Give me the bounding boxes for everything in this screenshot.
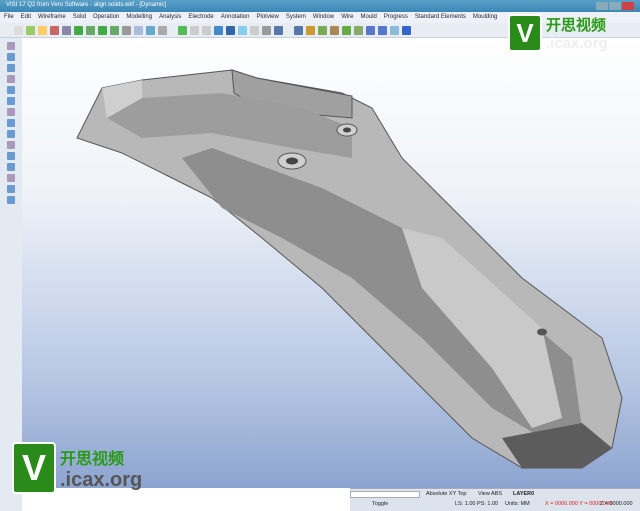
toolbar-button-icon[interactable]	[74, 26, 83, 35]
view-label[interactable]: View ABS	[478, 491, 502, 497]
menu-item-mould[interactable]: Mould	[361, 14, 377, 21]
watermark-logo: V	[508, 14, 542, 52]
side-tool-icon[interactable]	[7, 86, 15, 94]
watermark-cn: 开思视频	[546, 17, 607, 34]
menu-item-progress[interactable]: Progress	[384, 14, 408, 21]
3d-viewport[interactable]	[22, 38, 640, 488]
menu-item-annotation[interactable]: Annotation	[221, 14, 250, 21]
toolbar-button-icon[interactable]	[38, 26, 47, 35]
close-button[interactable]	[622, 2, 634, 10]
toolbar-button-icon[interactable]	[26, 26, 35, 35]
toolbar-button-icon[interactable]	[122, 26, 131, 35]
toolbar-button-icon[interactable]	[238, 26, 247, 35]
watermark-bottom: V 开思视频 .icax.org	[12, 442, 142, 494]
toolbar-button-icon[interactable]	[274, 26, 283, 35]
toggle-button[interactable]: Toggle	[372, 501, 388, 507]
menu-item-wireframe[interactable]: Wireframe	[38, 14, 66, 21]
toolbar-button-icon[interactable]	[342, 26, 351, 35]
units-label: Units: MM	[505, 501, 530, 507]
solid-model	[76, 69, 623, 469]
toolbar-button-icon[interactable]	[354, 26, 363, 35]
toolbar-button-icon[interactable]	[402, 26, 411, 35]
toolbar-button-icon[interactable]	[110, 26, 119, 35]
menu-item-solid[interactable]: Solid	[73, 14, 86, 21]
toolbar-button-icon[interactable]	[62, 26, 71, 35]
side-tool-icon[interactable]	[7, 42, 15, 50]
coordinate-z: Z = 0000.000	[600, 501, 633, 507]
toolbar-button-icon[interactable]	[98, 26, 107, 35]
toolbar-button-icon[interactable]	[226, 26, 235, 35]
side-tool-icon[interactable]	[7, 108, 15, 116]
side-tool-icon[interactable]	[7, 174, 15, 182]
menu-item-operation[interactable]: Operation	[93, 14, 119, 21]
toolbar-button-icon[interactable]	[134, 26, 143, 35]
side-tool-icon[interactable]	[7, 75, 15, 83]
toolbar-button-icon[interactable]	[214, 26, 223, 35]
side-tool-icon[interactable]	[7, 185, 15, 193]
toolbar-button-icon[interactable]	[146, 26, 155, 35]
toolbar-button-icon[interactable]	[306, 26, 315, 35]
menu-item-plotview[interactable]: Plotview	[256, 14, 278, 21]
menu-item-window[interactable]: Window	[313, 14, 334, 21]
side-tool-icon[interactable]	[7, 152, 15, 160]
toolbar-button-icon[interactable]	[390, 26, 399, 35]
watermark-url: .icax.org	[60, 468, 143, 491]
command-input[interactable]	[350, 491, 420, 498]
menu-item-analysis[interactable]: Analysis	[159, 14, 181, 21]
window-title: VISI 17 Q2 from Vero Software - align so…	[6, 2, 167, 8]
title-bar: VISI 17 Q2 from Vero Software - align so…	[0, 0, 640, 12]
toolbar-button-icon[interactable]	[378, 26, 387, 35]
side-tool-icon[interactable]	[7, 130, 15, 138]
toolbar-button-icon[interactable]	[294, 26, 303, 35]
toolbar-button-icon[interactable]	[330, 26, 339, 35]
toolbar-button-icon[interactable]	[14, 26, 23, 35]
side-tool-icon[interactable]	[7, 141, 15, 149]
menu-item-file[interactable]: File	[4, 14, 14, 21]
toolbar-button-icon[interactable]	[262, 26, 271, 35]
menu-item-system[interactable]: System	[286, 14, 306, 21]
minimize-button[interactable]	[596, 2, 608, 10]
menu-item-wire[interactable]: Wire	[341, 14, 353, 21]
toolbar-button-icon[interactable]	[318, 26, 327, 35]
maximize-button[interactable]	[609, 2, 621, 10]
side-tool-icon[interactable]	[7, 196, 15, 204]
watermark-url: .icax.org	[546, 35, 608, 52]
toolbar-button-icon[interactable]	[158, 26, 167, 35]
side-tool-icon[interactable]	[7, 64, 15, 72]
toolbar-button-icon[interactable]	[178, 26, 187, 35]
toolbar-button-icon[interactable]	[50, 26, 59, 35]
toolbar-button-icon[interactable]	[202, 26, 211, 35]
watermark-top: V 开思视频 .icax.org	[508, 14, 608, 52]
toolbar-button-icon[interactable]	[86, 26, 95, 35]
watermark-cn: 开思视频	[60, 450, 125, 468]
menu-item-modelling[interactable]: Modelling	[126, 14, 152, 21]
watermark-logo: V	[12, 442, 56, 494]
side-tool-icon[interactable]	[7, 119, 15, 127]
side-tool-icon[interactable]	[7, 97, 15, 105]
status-bar: Absolute XY Top View ABS LAYER0 Toggle L…	[350, 488, 640, 511]
menu-item-standard-elements[interactable]: Standard Elements	[415, 14, 466, 21]
left-toolbar	[0, 38, 22, 511]
window-controls	[596, 2, 634, 10]
side-tool-icon[interactable]	[7, 53, 15, 61]
scale-label: LS: 1.00 PS: 1.00	[455, 501, 499, 507]
toolbar-button-icon[interactable]	[366, 26, 375, 35]
layer-label[interactable]: LAYER0	[513, 491, 534, 497]
toolbar-button-icon[interactable]	[250, 26, 259, 35]
view-mode[interactable]: Absolute XY Top	[426, 491, 466, 497]
menu-item-moulding[interactable]: Moulding	[473, 14, 497, 21]
menu-item-edit[interactable]: Edit	[21, 14, 31, 21]
toolbar-button-icon[interactable]	[190, 26, 199, 35]
side-tool-icon[interactable]	[7, 163, 15, 171]
menu-item-electrode[interactable]: Electrode	[188, 14, 213, 21]
